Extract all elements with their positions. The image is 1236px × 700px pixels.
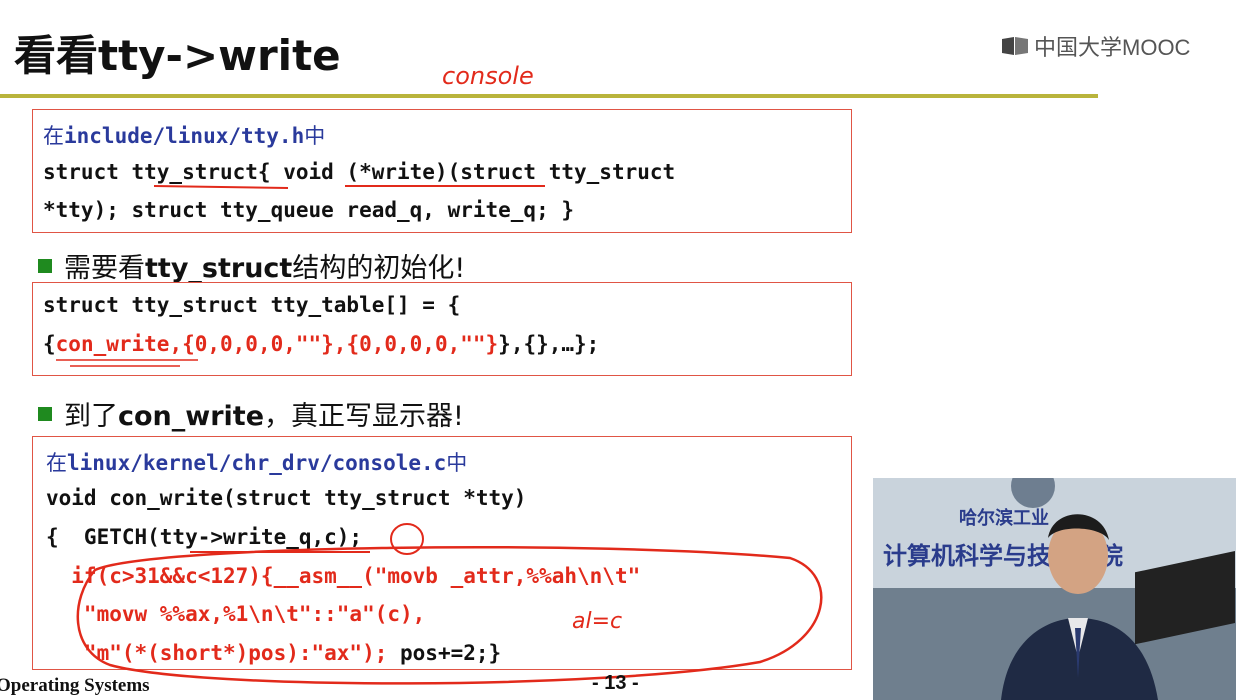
handwritten-console-note: console (442, 62, 534, 90)
box3-line2: void con_write(struct tty_struct *tty) (46, 486, 527, 510)
mooc-logo-icon (1002, 37, 1028, 55)
bullet-con-write: 到了con_write，真正写显示器! (38, 394, 464, 433)
mooc-logo: 中国大学MOOC (1000, 30, 1190, 62)
lecturer-video: 哈尔滨工业 计算机科学与技术学院 (873, 478, 1236, 700)
box3-line1: 在linux/kernel/chr_drv/console.c中 (46, 451, 468, 475)
box3-line3: { GETCH(tty->write_q,c); (46, 525, 363, 549)
page-number: - 13 - (592, 672, 639, 694)
video-banner-top: 哈尔滨工业 (959, 507, 1049, 529)
box2-line1: struct tty_struct tty_table[] = { (43, 293, 461, 317)
title-rule (0, 94, 1098, 98)
lecturer-video-frame: 哈尔滨工业 计算机科学与技术学院 (873, 478, 1236, 700)
box1-line3: *tty); struct tty_queue read_q, write_q;… (43, 198, 575, 222)
bullet-tty-struct-init: 需要看tty_struct结构的初始化! (38, 246, 465, 285)
logo-text: 中国大学MOOC (1034, 35, 1191, 60)
box1-line1: 在include/linux/tty.h中 (43, 124, 326, 148)
slide-title: 看看tty->write (14, 31, 341, 80)
box2-line2: {con_write,{0,0,0,0,""},{0,0,0,0,""}},{}… (43, 332, 600, 356)
bullet-square (38, 258, 52, 273)
bullet-square (38, 406, 52, 421)
box1-line2: struct tty_struct{ void (*write)(struct … (43, 160, 676, 184)
box3-line4: if(c>31&&c<127){__asm__("movb _attr,%%ah… (46, 564, 641, 588)
footer-course: Operating Systems (0, 675, 150, 696)
box3-line6: "m"(*(short*)pos):"ax"); pos+=2;} (46, 641, 502, 665)
box3-line5: "movw %%ax,%1\n\t"::"a"(c), (46, 602, 426, 626)
